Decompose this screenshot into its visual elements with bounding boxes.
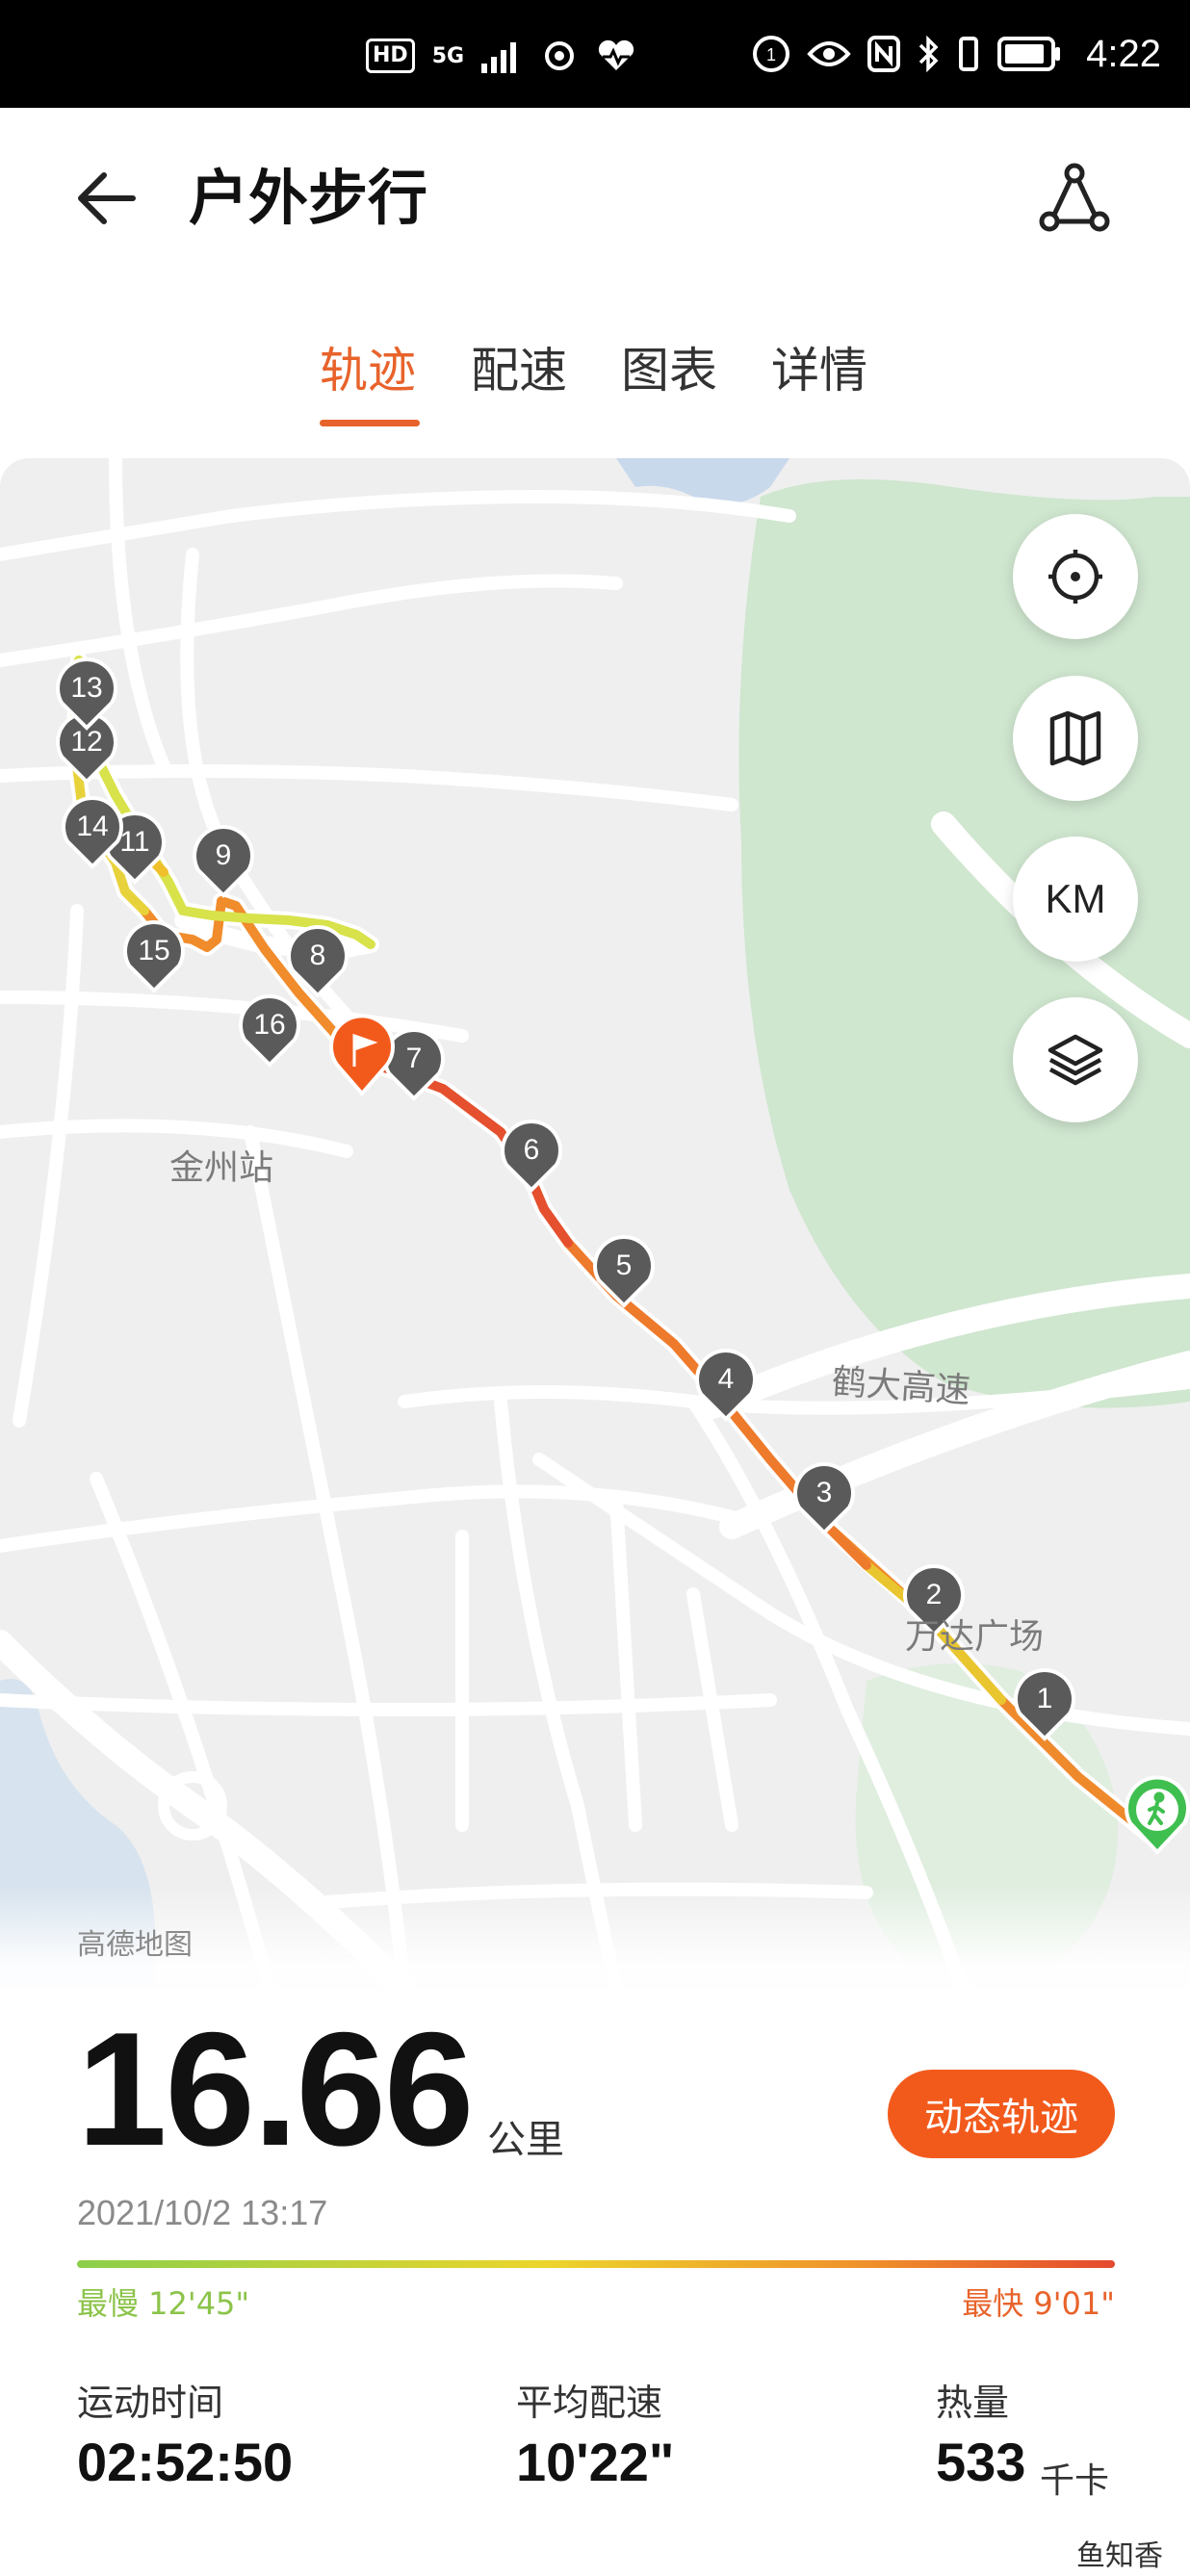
watermark: 鱼知香 [1076,2539,1163,2573]
km-marker[interactable]: 8 [287,925,349,998]
km-marker[interactable]: 6 [501,1120,562,1193]
start-walker-marker[interactable] [1125,1775,1190,1855]
stat-label-avg-pace: 平均配速 [516,2382,663,2424]
km-marker-label: 8 [310,940,326,971]
slowest-pace: 最慢 12'45" [77,2285,250,2322]
layers-button[interactable] [1013,997,1138,1122]
swirl-app-icon [545,41,575,70]
km-marker[interactable]: 1 [1014,1668,1075,1741]
km-toggle-button[interactable]: KM [1013,837,1138,962]
km-marker[interactable]: 9 [193,825,254,898]
km-marker-label: 3 [816,1477,833,1508]
status-left: HD 5G [366,35,637,77]
hd-badge: HD [366,39,415,73]
active-tab-indicator [320,420,420,426]
km-marker-layer: 1 2 3 4 5 6 7 8 9 11 12 13 14 15 16 [56,657,1190,1855]
km-marker[interactable]: 15 [123,920,185,993]
map-icon [1049,710,1101,766]
distance-value: 16.66 [77,1998,474,2179]
back-button[interactable] [71,160,148,237]
share-route-icon [1039,163,1110,232]
km-marker-label: 16 [253,1009,285,1041]
page-title: 户外步行 [189,163,428,233]
stat-value-avg-pace: 10'22" [516,2432,675,2492]
stat-value-duration: 02:52:50 [77,2432,294,2492]
map-place-label: 鹤大高速 [830,1362,972,1411]
stat-label-duration: 运动时间 [77,2382,224,2424]
bluetooth-icon [918,35,939,73]
vibrate-icon [959,37,979,71]
km-marker-label: 12 [70,726,102,758]
distance-unit: 公里 [487,2118,564,2162]
map-place-label: 金州站 [169,1148,274,1188]
fastest-pace: 最快 9'01" [962,2285,1115,2322]
stat-value-calories: 533 [936,2432,1026,2492]
nfc-icon [867,36,901,72]
km-marker-label: 11 [119,826,149,858]
km-marker-label: 6 [524,1134,540,1166]
km-marker-label: 14 [76,811,108,842]
km-marker[interactable]: 13 [56,657,117,731]
heart-monitor-icon [598,39,634,70]
eye-comfort-icon: 1 [753,36,790,72]
eye-icon [807,41,851,66]
tab-details[interactable]: 详情 [771,337,867,404]
map-provider-label: 高德地图 [77,1928,193,1962]
km-marker-label: 1 [1037,1683,1053,1714]
clock-time: 4:22 [1086,32,1161,75]
km-marker[interactable]: 5 [593,1235,655,1308]
status-bar: HD 5G 1 4:22 [0,0,1190,108]
locate-button[interactable] [1013,514,1138,639]
svg-text:1: 1 [766,45,776,64]
app-bar [0,108,1190,291]
km-label: KM [1045,876,1106,921]
pace-gradient-bar [77,2260,1115,2268]
layers-icon [1048,1034,1103,1086]
map-style-button[interactable] [1013,676,1138,801]
tab-track[interactable]: 轨迹 [320,337,416,404]
status-right: 1 4:22 [751,29,1161,79]
km-marker-label: 4 [718,1363,735,1395]
arrow-left-icon [78,172,136,224]
route-map[interactable]: 1 2 3 4 5 6 7 8 9 11 12 13 14 15 16 金州站 … [0,458,1190,1989]
km-marker-label: 7 [406,1043,423,1074]
finish-flag-marker[interactable] [329,1014,395,1097]
km-marker-label: 2 [926,1579,943,1610]
locate-icon [1048,550,1102,604]
km-marker-label: 9 [216,839,232,871]
stat-unit-calories: 千卡 [1040,2461,1110,2501]
route-share-button[interactable] [1036,160,1113,237]
km-marker[interactable]: 4 [695,1349,757,1422]
km-marker-label: 5 [616,1249,633,1281]
km-marker[interactable]: 16 [239,994,300,1068]
km-marker[interactable]: 3 [793,1462,855,1535]
tab-pace[interactable]: 配速 [471,337,567,404]
signal-icon [481,42,517,73]
tab-bar: 轨迹 配速 图表 详情 [0,337,1190,433]
km-marker-label: 13 [70,672,102,704]
battery-icon [997,37,1061,71]
network-badge: 5G [431,43,465,68]
km-marker-label: 15 [138,935,169,966]
workout-datetime: 2021/10/2 13:17 [77,2193,328,2232]
stat-label-calories: 热量 [936,2382,1010,2424]
map-place-label: 万达广场 [905,1617,1045,1657]
dynamic-track-button[interactable]: 动态轨迹 [888,2070,1115,2158]
tab-chart[interactable]: 图表 [621,337,717,404]
